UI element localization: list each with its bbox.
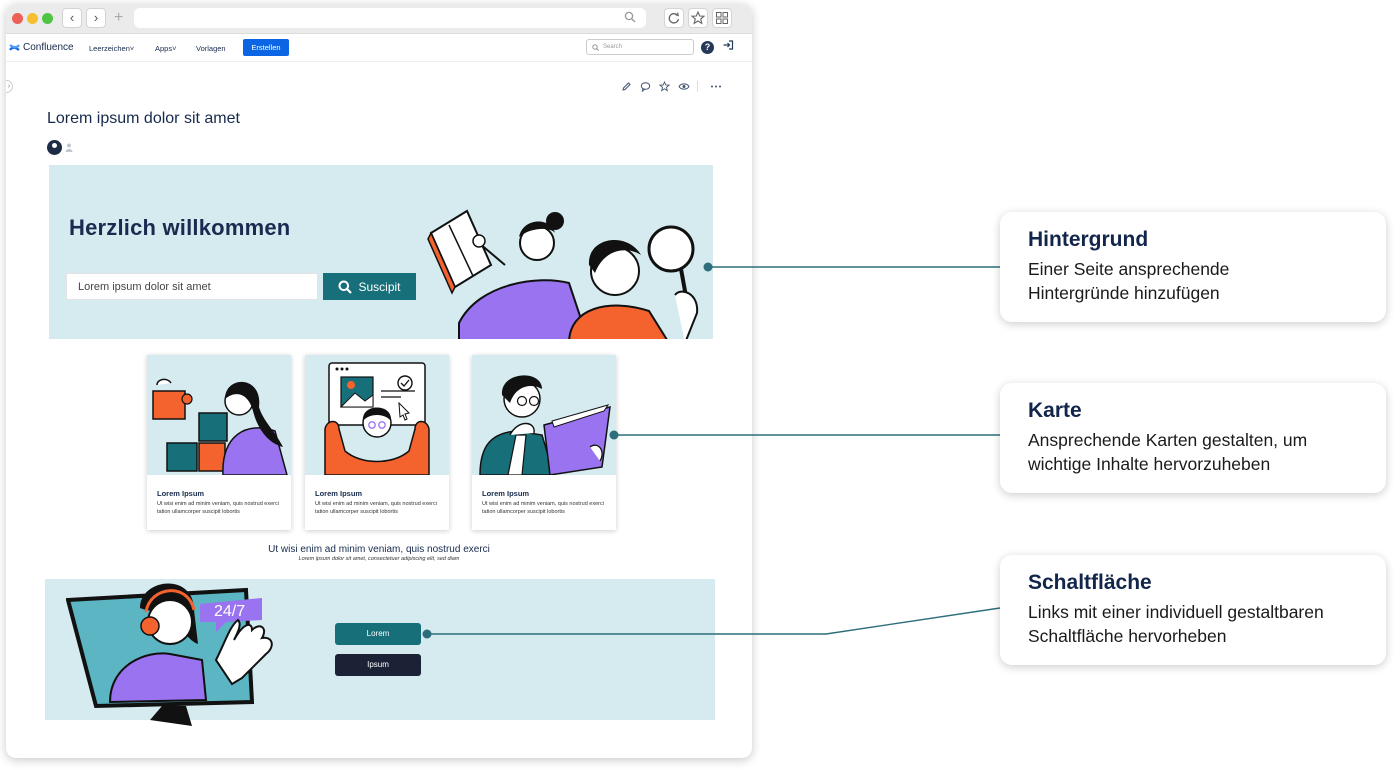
stage: ‹ › + Confluence Leerzeichen˅ Apps˅ Vorl… — [0, 0, 1400, 770]
callout-title: Schaltfläche — [1028, 571, 1152, 594]
callout-title: Hintergrund — [1028, 228, 1149, 251]
callout-hintergrund: Hintergrund Einer Seite ansprechende Hin… — [1000, 212, 1386, 322]
callout-title: Karte — [1028, 399, 1082, 422]
callout-description: Einer Seite ansprechende Hintergründe hi… — [1028, 259, 1230, 303]
callout-description: Links mit einer individuell gestaltbaren… — [1028, 602, 1324, 646]
callout-schaltflaeche: Schaltfläche Links mit einer individuell… — [1000, 555, 1386, 665]
callout-karte: Karte Ansprechende Karten gestalten, um … — [1000, 383, 1386, 493]
callout-description: Ansprechende Karten gestalten, um wichti… — [1028, 430, 1308, 474]
